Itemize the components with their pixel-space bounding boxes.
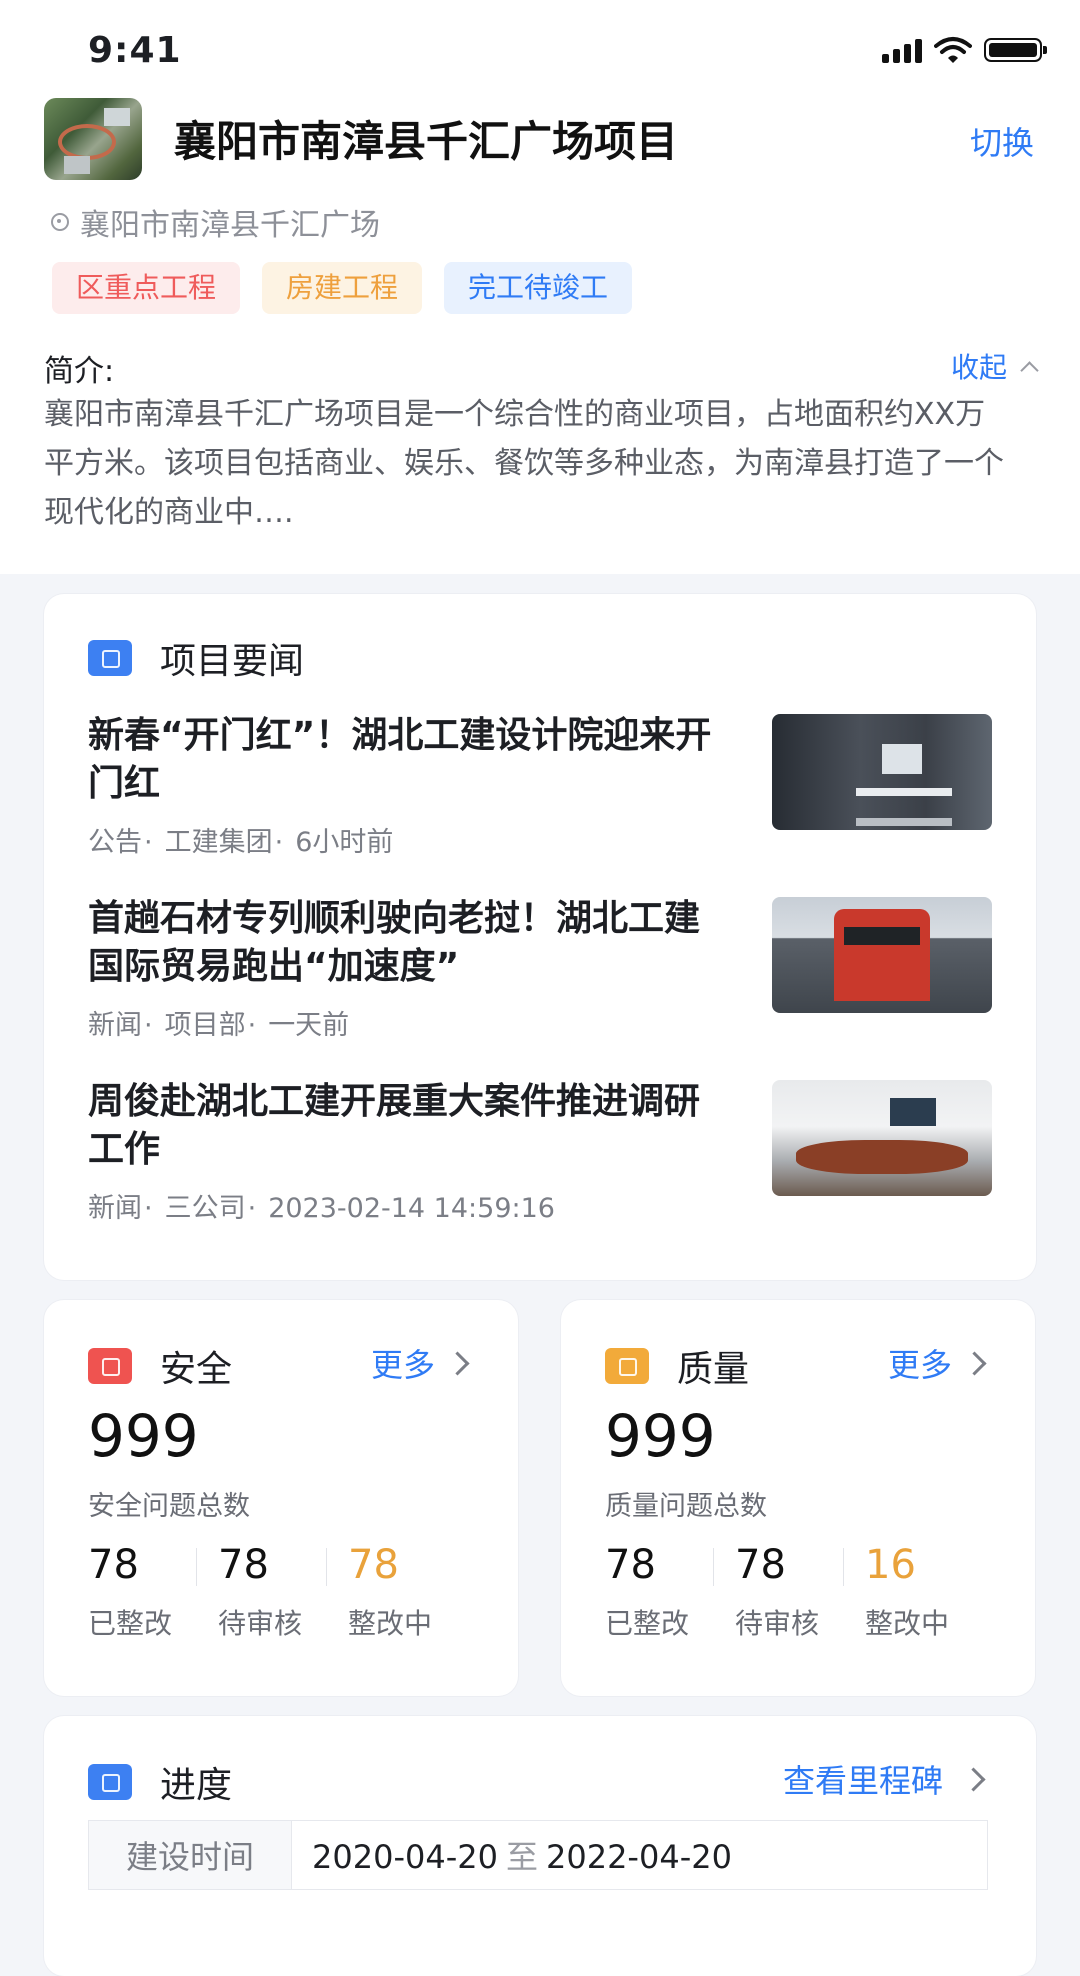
- project-tags: 区重点工程 房建工程 完工待竣工: [52, 262, 633, 314]
- project-header-section: 9:41 襄阳市南漳县千汇广场项目 切换 襄阳市南漳县千汇广场 区重点工程 房建…: [0, 0, 1080, 574]
- news-type: 新闻: [88, 1010, 142, 1041]
- quality-sub-stats: 78 已整改 78 待审核 16 整改中: [605, 1540, 995, 1642]
- quality-card-header: 质量: [605, 1340, 749, 1392]
- project-thumbnail: [44, 98, 142, 180]
- news-type: 新闻: [88, 1193, 142, 1224]
- project-news-card: 项目要闻 新春“开门红”！湖北工建设计院迎来开门红 公告· 工建集团· 6小时前 首…: [44, 594, 1036, 1280]
- stat-value: 78: [348, 1542, 399, 1588]
- news-card-header: 项目要闻: [88, 632, 304, 684]
- safety-total-label: 安全问题总数: [88, 1491, 250, 1522]
- intro-label: 简介:: [44, 354, 115, 389]
- tag-key-project: 区重点工程: [52, 262, 241, 314]
- safety-more-button[interactable]: 更多: [370, 1340, 470, 1386]
- start-date: 2020-04-20: [312, 1838, 498, 1876]
- news-list: 新春“开门红”！湖北工建设计院迎来开门红 公告· 工建集团· 6小时前 首趟石材专列…: [88, 712, 992, 1261]
- news-source: 项目部: [164, 1010, 246, 1041]
- news-item[interactable]: 新春“开门红”！湖北工建设计院迎来开门红 公告· 工建集团· 6小时前: [88, 712, 992, 895]
- news-meta: 公告· 工建集团· 6小时前: [88, 827, 394, 858]
- switch-project-button[interactable]: 切换: [970, 118, 1034, 164]
- stat-label: 待审核: [218, 1607, 303, 1640]
- news-item[interactable]: 首趟石材专列顺利驶向老挝！湖北工建国际贸易跑出“加速度” 新闻· 项目部· 一天前: [88, 895, 992, 1078]
- stat-value: 78: [735, 1542, 786, 1588]
- stat-label: 待审核: [735, 1607, 820, 1640]
- news-icon: [88, 640, 132, 676]
- progress-icon: [88, 1764, 132, 1800]
- news-meta: 新闻· 三公司· 2023-02-14 14:59:16: [88, 1193, 555, 1224]
- news-item[interactable]: 周俊赴湖北工建开展重大案件推进调研工作 新闻· 三公司· 2023-02-14 14…: [88, 1078, 992, 1261]
- stat-value: 16: [865, 1542, 916, 1588]
- location-pin-icon: [50, 212, 70, 232]
- safety-card: 安全 更多 999 安全问题总数 78 已整改 78 待审核 78 整改中: [44, 1300, 518, 1696]
- signal-icon: [882, 37, 922, 63]
- intro-text: 襄阳市南漳县千汇广场项目是一个综合性的商业项目，占地面积约XX万平方米。该项目包…: [44, 397, 1004, 530]
- stat-value: 78: [218, 1542, 269, 1588]
- stat-in-progress[interactable]: 78 整改中: [326, 1540, 478, 1642]
- progress-table: 建设时间 2020-04-20 至 2022-04-20: [88, 1820, 988, 1890]
- row-label: 建设时间: [88, 1820, 292, 1890]
- news-card-title: 项目要闻: [160, 641, 305, 682]
- address-text: 襄阳市南漳县千汇广场: [80, 208, 380, 243]
- quality-badge-icon: [605, 1348, 649, 1384]
- more-label: 更多: [370, 1346, 435, 1384]
- chevron-right-icon: [445, 1350, 470, 1376]
- safety-card-header: 安全: [88, 1340, 232, 1392]
- project-address: 襄阳市南漳县千汇广场: [50, 200, 380, 244]
- project-title: 襄阳市南漳县千汇广场项目: [174, 117, 679, 166]
- stat-pending-review[interactable]: 78 待审核: [713, 1540, 865, 1642]
- news-thumbnail: [772, 897, 992, 1013]
- stat-label: 已整改: [605, 1607, 690, 1640]
- news-source: 工建集团: [164, 827, 273, 858]
- quality-total: 999: [605, 1402, 716, 1470]
- news-time: 2023-02-14 14:59:16: [268, 1193, 555, 1224]
- stat-value: 78: [88, 1542, 139, 1588]
- quality-total-label: 质量问题总数: [605, 1491, 767, 1522]
- stat-label: 整改中: [865, 1607, 950, 1640]
- status-time: 9:41: [88, 30, 182, 71]
- safety-card-title: 安全: [160, 1349, 233, 1390]
- battery-icon: [984, 38, 1047, 62]
- stat-rectified[interactable]: 78 已整改: [605, 1540, 735, 1642]
- quality-more-button[interactable]: 更多: [887, 1340, 987, 1386]
- news-type: 公告: [88, 827, 142, 858]
- safety-total: 999: [88, 1402, 199, 1470]
- stat-value: 78: [605, 1542, 656, 1588]
- quality-card-title: 质量: [677, 1349, 750, 1390]
- progress-card: 进度 查看里程碑 建设时间 2020-04-20 至 2022-04-20: [44, 1716, 1036, 1976]
- status-icons: [882, 36, 1047, 64]
- news-thumbnail: [772, 714, 992, 830]
- stat-rectified[interactable]: 78 已整改: [88, 1540, 218, 1642]
- news-thumbnail: [772, 1080, 992, 1196]
- progress-card-title: 进度: [160, 1765, 233, 1806]
- news-time: 一天前: [268, 1010, 350, 1041]
- news-time: 6小时前: [295, 827, 394, 858]
- wifi-icon: [934, 37, 972, 63]
- row-value: 2020-04-20 至 2022-04-20: [291, 1820, 988, 1890]
- view-milestones-button[interactable]: 查看里程碑: [782, 1756, 986, 1802]
- chevron-right-icon: [961, 1766, 986, 1792]
- collapse-intro-button[interactable]: 收起: [950, 346, 1039, 386]
- end-date: 2022-04-20: [545, 1838, 732, 1876]
- news-title: 首趟石材专列顺利驶向老挝！湖北工建国际贸易跑出“加速度”: [88, 898, 701, 987]
- news-title: 新春“开门红”！湖北工建设计院迎来开门红: [88, 715, 712, 804]
- table-row: 建设时间 2020-04-20 至 2022-04-20: [88, 1820, 988, 1890]
- milestone-label: 查看里程碑: [782, 1762, 943, 1800]
- more-label: 更多: [887, 1346, 952, 1384]
- news-source: 三公司: [164, 1193, 246, 1224]
- collapse-label: 收起: [950, 351, 1007, 384]
- safety-sub-stats: 78 已整改 78 待审核 78 整改中: [88, 1540, 478, 1642]
- chevron-right-icon: [962, 1350, 987, 1376]
- tag-status: 完工待竣工: [444, 262, 633, 314]
- progress-card-header: 进度: [88, 1756, 232, 1808]
- stat-pending-review[interactable]: 78 待审核: [196, 1540, 348, 1642]
- news-meta: 新闻· 项目部· 一天前: [88, 1010, 350, 1041]
- quality-card: 质量 更多 999 质量问题总数 78 已整改 78 待审核 16 整改中: [561, 1300, 1035, 1696]
- stat-label: 整改中: [348, 1607, 433, 1640]
- news-title: 周俊赴湖北工建开展重大案件推进调研工作: [88, 1081, 701, 1170]
- date-separator: 至: [505, 1838, 538, 1876]
- stat-in-progress[interactable]: 16 整改中: [843, 1540, 995, 1642]
- safety-shield-icon: [88, 1348, 132, 1384]
- stat-label: 已整改: [88, 1607, 173, 1640]
- tag-building-project: 房建工程: [262, 262, 423, 314]
- chevron-up-icon: [1020, 360, 1039, 380]
